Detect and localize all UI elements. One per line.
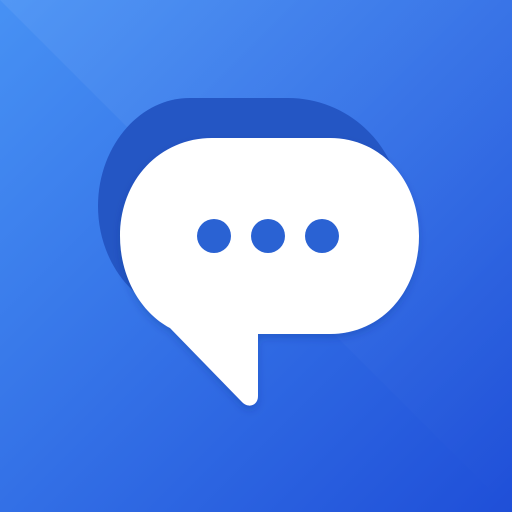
app-icon bbox=[0, 0, 512, 512]
typing-dot-3 bbox=[305, 219, 339, 253]
chat-bubble-typing-icon bbox=[0, 0, 512, 512]
typing-dot-2 bbox=[251, 219, 285, 253]
typing-dot-1 bbox=[197, 219, 231, 253]
